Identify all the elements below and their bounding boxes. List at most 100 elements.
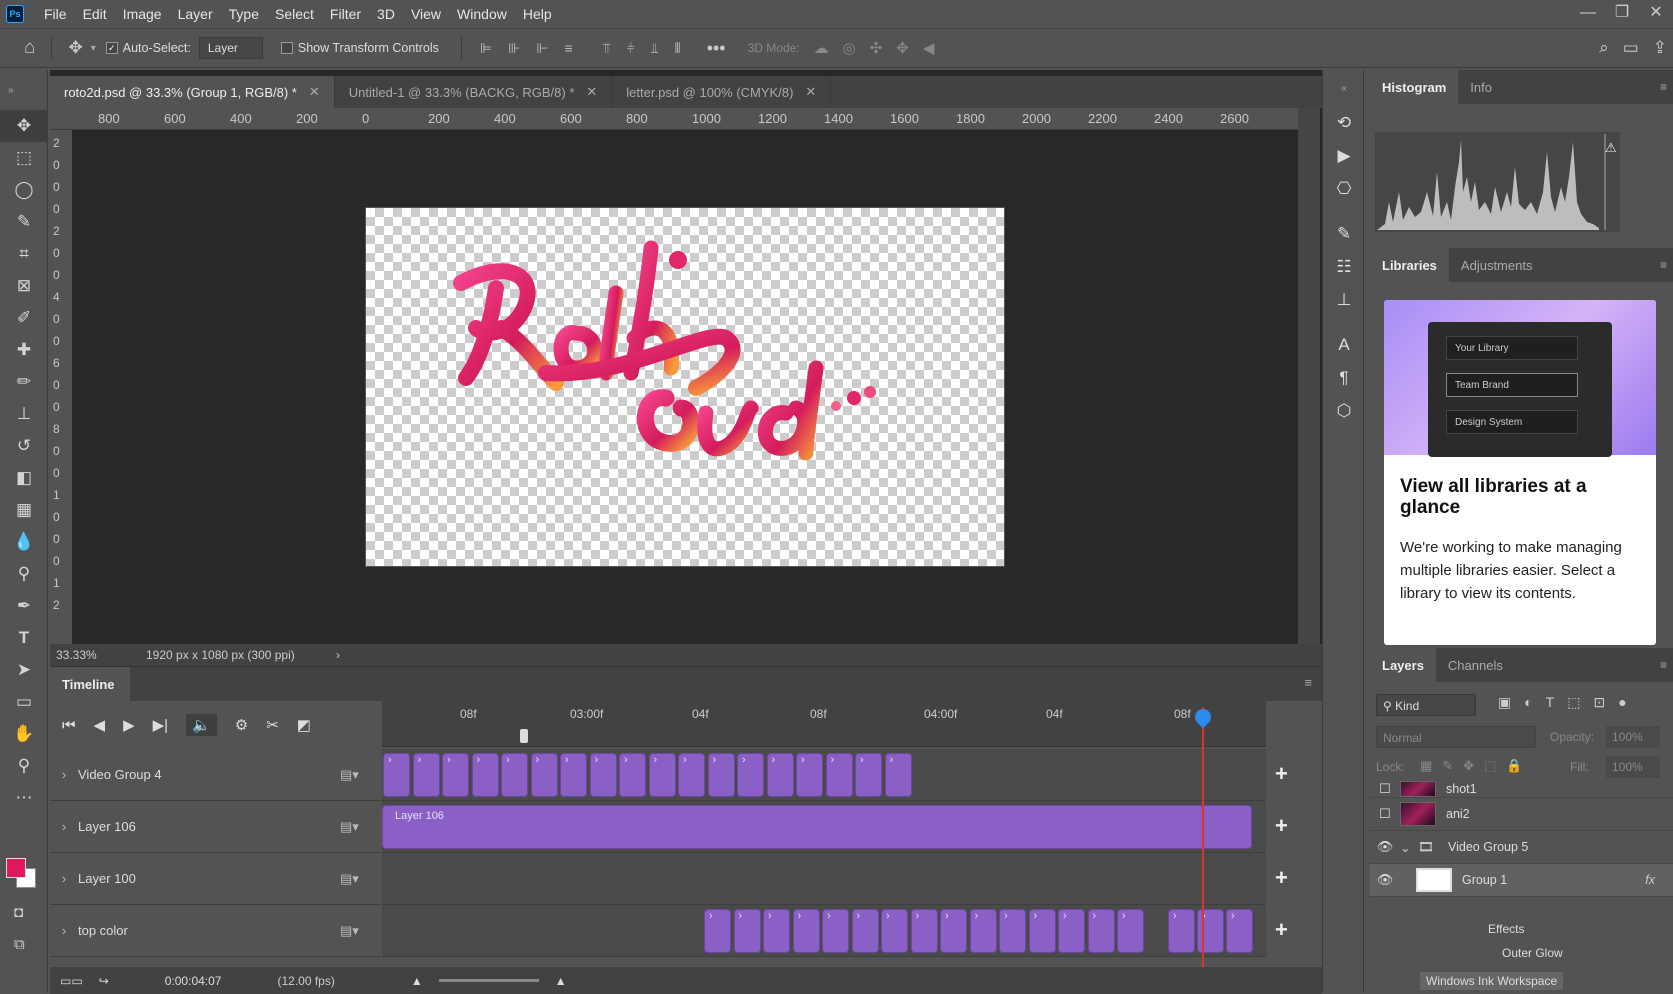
clip[interactable]: › xyxy=(792,909,820,953)
chevron-right-icon[interactable]: › xyxy=(50,819,78,834)
actions-panel-icon[interactable]: ▶ xyxy=(1323,139,1365,172)
clip[interactable]: › xyxy=(648,753,676,797)
clip[interactable]: › xyxy=(619,753,646,797)
clip[interactable]: › xyxy=(704,909,731,953)
clip[interactable]: › xyxy=(796,753,823,797)
history-panel-icon[interactable]: ⟲ xyxy=(1323,106,1365,139)
clip[interactable]: › xyxy=(825,753,853,797)
layer-row-ani2[interactable]: ☐ ani2 xyxy=(1370,798,1673,831)
clip[interactable]: › xyxy=(881,909,908,953)
menu-type[interactable]: Type xyxy=(221,0,267,28)
pen-tool-icon[interactable]: ✒ xyxy=(0,590,48,622)
clip[interactable]: › xyxy=(501,753,528,797)
gradient-icon[interactable]: ▦ xyxy=(0,494,48,526)
visibility-toggle[interactable]: ☐ xyxy=(1370,781,1400,797)
workspace-icon[interactable]: ▭ xyxy=(1623,38,1639,58)
zoom-out-icon[interactable]: ▲ xyxy=(411,974,423,988)
eyedropper-icon[interactable]: ✐ xyxy=(0,302,48,334)
align-bottom-icon[interactable]: ⫫ xyxy=(651,40,659,57)
outer-glow-label[interactable]: Outer Glow xyxy=(1502,946,1563,960)
add-media-button[interactable]: + xyxy=(1275,865,1288,891)
settings-icon[interactable]: ⚙ xyxy=(235,716,248,734)
work-area-handle[interactable] xyxy=(520,729,528,743)
clip[interactable]: › xyxy=(442,753,469,797)
close-icon[interactable]: ✕ xyxy=(586,84,597,100)
clip[interactable]: › xyxy=(733,909,761,953)
layer-row-shot1[interactable]: ☐ shot1 xyxy=(1370,780,1673,798)
clip[interactable]: › xyxy=(471,753,499,797)
move-tool-icon[interactable]: ✥ xyxy=(68,38,82,58)
panel-menu-icon[interactable]: ≡ xyxy=(1660,80,1667,94)
opacity-input[interactable]: 100% xyxy=(1606,726,1660,748)
clip[interactable]: › xyxy=(383,753,410,797)
tab-layers[interactable]: Layers xyxy=(1370,648,1436,682)
play-icon[interactable]: ▶ xyxy=(123,716,135,734)
restore-icon[interactable]: ❐ xyxy=(1605,0,1639,28)
more-icon[interactable]: ••• xyxy=(707,38,726,59)
next-frame-icon[interactable]: ▶| xyxy=(153,716,168,734)
clip[interactable]: › xyxy=(766,753,794,797)
lasso-tool-icon[interactable]: ◯ xyxy=(0,174,48,206)
add-media-button[interactable]: + xyxy=(1275,761,1288,787)
search-icon[interactable]: ⌕ xyxy=(1599,38,1609,58)
clip[interactable]: › xyxy=(412,753,440,797)
track-top-color[interactable]: › top color ▤▾ xyxy=(50,905,380,957)
screen-mode-icon[interactable]: ⧉ xyxy=(14,936,25,953)
align-right-icon[interactable]: ⊩ xyxy=(536,40,548,57)
menu-view[interactable]: View xyxy=(403,0,449,28)
clip[interactable]: › xyxy=(851,909,879,953)
distribute-icon[interactable]: ≡ xyxy=(565,40,573,57)
type-tool-icon[interactable]: T xyxy=(0,622,48,654)
chevron-right-icon[interactable]: › xyxy=(50,767,78,782)
time-ruler[interactable]: 08f 03:00f 04f 08f 04:00f 04f 08f xyxy=(382,701,1266,747)
clip[interactable]: › xyxy=(855,753,882,797)
properties-icon[interactable]: ☷ xyxy=(1323,250,1365,283)
clip[interactable]: › xyxy=(822,909,849,953)
crop-tool-icon[interactable]: ⌗ xyxy=(0,238,48,270)
clip[interactable]: › xyxy=(910,909,938,953)
clip[interactable]: › xyxy=(1058,909,1085,953)
path-select-icon[interactable]: ➤ xyxy=(0,654,48,686)
clip[interactable]: › xyxy=(560,753,587,797)
menu-help[interactable]: Help xyxy=(515,0,560,28)
tab-untitled[interactable]: Untitled-1 @ 33.3% (BACKG, RGB/8) * ✕ xyxy=(334,76,613,108)
panel-menu-icon[interactable]: ≡ xyxy=(1660,258,1667,272)
close-icon[interactable]: ✕ xyxy=(1639,0,1673,28)
first-frame-icon[interactable]: ⏮ xyxy=(62,717,76,734)
eye-icon[interactable]: 👁 xyxy=(1370,872,1400,888)
more-tools-icon[interactable]: ⋯ xyxy=(0,782,48,814)
clip[interactable]: › xyxy=(737,753,764,797)
zoom-slider[interactable] xyxy=(438,979,539,982)
track-layer-100[interactable]: › Layer 100 ▤▾ xyxy=(50,853,380,905)
clip[interactable]: › xyxy=(1028,909,1056,953)
auto-select-checkbox[interactable]: ✓ xyxy=(105,42,118,54)
eraser-icon[interactable]: ◧ xyxy=(0,462,48,494)
minimize-icon[interactable]: — xyxy=(1571,0,1605,28)
audio-icon[interactable]: 🔈 xyxy=(186,714,217,736)
track-video-group-4[interactable]: › Video Group 4 ▤▾ xyxy=(50,749,380,801)
move-tool-icon[interactable]: ✥ xyxy=(0,110,48,142)
clip[interactable]: › xyxy=(707,753,735,797)
clip[interactable]: › xyxy=(940,909,967,953)
paragraph-icon[interactable]: ¶ xyxy=(1323,361,1365,394)
brush-settings-icon[interactable]: ✎ xyxy=(1323,217,1365,250)
clip[interactable]: › xyxy=(1117,909,1144,953)
character-icon[interactable]: A xyxy=(1323,328,1365,361)
menu-file[interactable]: File xyxy=(36,0,75,28)
clip[interactable]: › xyxy=(969,909,997,953)
split-icon[interactable]: ✂ xyxy=(266,716,279,734)
history-brush-icon[interactable]: ↺ xyxy=(0,430,48,462)
frame-tool-icon[interactable]: ⊠ xyxy=(0,270,48,302)
add-media-button[interactable]: + xyxy=(1275,917,1288,943)
film-icon[interactable]: ▤▾ xyxy=(340,767,380,783)
transition-icon[interactable]: ◩ xyxy=(297,716,311,734)
chevron-down-icon[interactable]: ⌄ xyxy=(1400,840,1418,855)
clip[interactable]: › xyxy=(1168,909,1195,953)
clip[interactable]: › xyxy=(763,909,790,953)
canvas[interactable] xyxy=(365,207,1005,567)
dodge-tool-icon[interactable]: ⚲ xyxy=(0,558,48,590)
3d-panel-icon[interactable]: ⎔ xyxy=(1323,172,1365,205)
clip[interactable]: › xyxy=(1087,909,1115,953)
prev-frame-icon[interactable]: ◀ xyxy=(94,716,106,734)
transform-controls-checkbox[interactable] xyxy=(280,42,293,54)
